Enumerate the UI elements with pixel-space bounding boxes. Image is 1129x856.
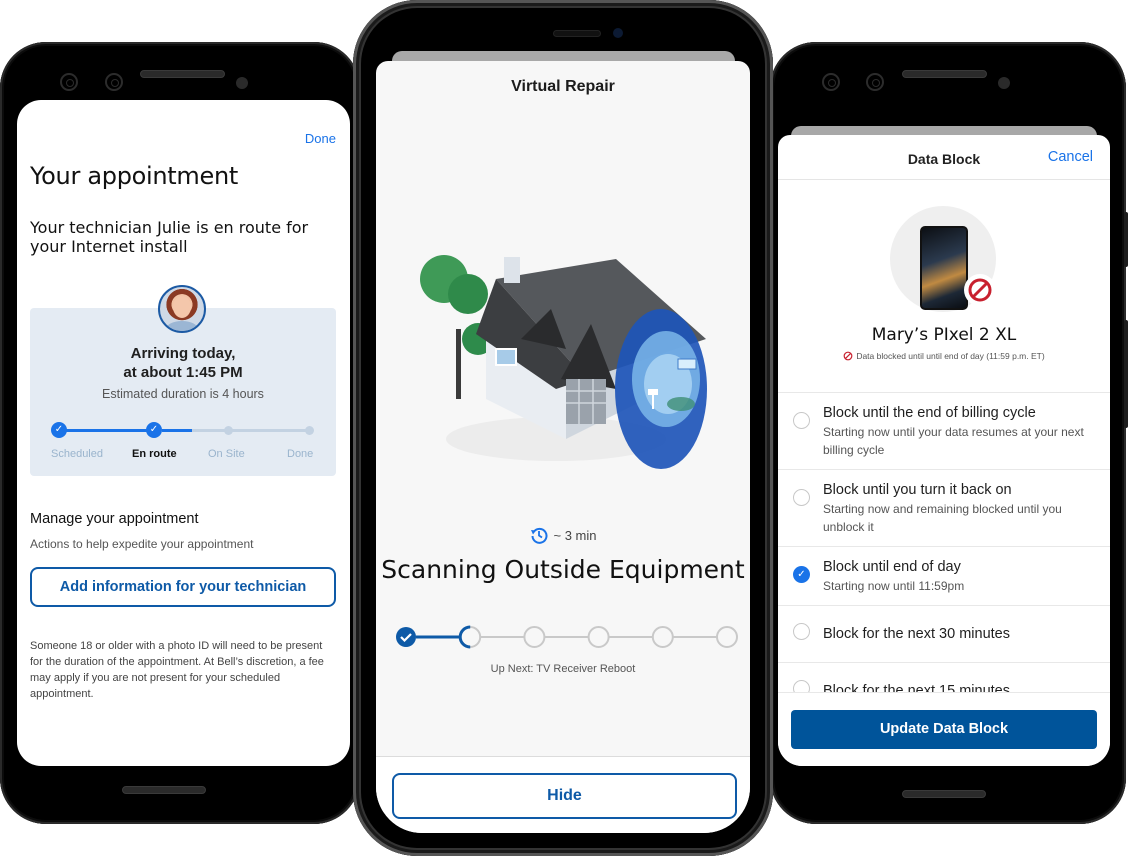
volume-button (1124, 320, 1128, 428)
cancel-button[interactable]: Cancel (1048, 149, 1093, 165)
radio-button[interactable] (793, 623, 810, 640)
manage-subtitle: Actions to help expedite your appointmen… (30, 537, 254, 551)
option-end-of-day[interactable]: ✓ Block until end of day Starting now un… (778, 547, 1110, 606)
current-step-title: Scanning Outside Equipment (381, 555, 745, 584)
option-billing-cycle[interactable]: Block until the end of billing cycle Sta… (778, 393, 1110, 470)
step-pending-dot (224, 426, 233, 435)
camera-icon (866, 73, 884, 91)
sheet-footer: Update Data Block (778, 692, 1110, 766)
earpiece-speaker (140, 70, 225, 78)
side-button (1124, 212, 1128, 267)
arrival-status-card: Arriving today, at about 1:45 PM Estimat… (30, 308, 336, 476)
progress-line-partial (162, 429, 192, 432)
add-technician-info-button[interactable]: Add information for your technician (30, 567, 336, 607)
arrival-time: Arriving today, at about 1:45 PM (123, 345, 243, 381)
step-check-icon: ✓ (146, 422, 162, 438)
step-label-scheduled: Scheduled (51, 448, 103, 460)
no-entry-icon (843, 351, 853, 361)
data-block-screen: Data Block Cancel Mary’s PIxel 2 XL Data… (778, 135, 1110, 766)
manage-heading: Manage your appointment (30, 511, 199, 527)
appointment-screen: Done Your appointment Your technician Ju… (17, 100, 350, 766)
front-camera (613, 28, 623, 38)
repair-progress-stepper (396, 625, 738, 649)
up-next-label: Up Next: TV Receiver Reboot (490, 663, 636, 675)
house-scan-illustration (420, 255, 707, 469)
sheet-footer: Hide (376, 756, 750, 833)
option-until-turned-on[interactable]: Block until you turn it back on Starting… (778, 470, 1110, 547)
radio-button[interactable] (793, 412, 810, 429)
camera-icon (822, 73, 840, 91)
sensor-dot (236, 77, 248, 89)
technician-avatar (158, 285, 206, 333)
radio-button[interactable] (793, 680, 810, 692)
camera-icon (60, 73, 78, 91)
update-data-block-button[interactable]: Update Data Block (791, 710, 1097, 749)
bottom-speaker (122, 786, 206, 794)
device-name: Mary’s PIxel 2 XL (871, 325, 1017, 345)
sensor-dot (998, 77, 1010, 89)
option-15-minutes[interactable]: Block for the next 15 minutes (778, 663, 1110, 692)
right-phone-frame: Data Block Cancel Mary’s PIxel 2 XL Data… (770, 42, 1128, 824)
radio-checked-icon[interactable]: ✓ (793, 566, 810, 583)
left-phone-frame: Done Your appointment Your technician Ju… (0, 42, 360, 824)
sheet-title: Virtual Repair (511, 78, 615, 95)
step-pending-icon (587, 626, 610, 648)
step-complete-icon (396, 627, 416, 647)
center-phone-frame: Virtual Repair ~ 3 min Scanning Outside … (353, 0, 773, 856)
virtual-repair-screen: Virtual Repair ~ 3 min Scanning Outside … (376, 61, 750, 833)
fine-print: Someone 18 or older with a photo ID will… (30, 640, 324, 700)
block-options-list: Block until the end of billing cycle Sta… (778, 392, 1110, 692)
device-image (890, 206, 996, 312)
history-clock-icon (530, 527, 547, 544)
step-label-done: Done (287, 448, 314, 460)
blocked-status: Data blocked until until end of day (11:… (778, 351, 1110, 361)
camera-icon (105, 73, 123, 91)
step-check-icon: ✓ (51, 422, 67, 438)
earpiece-speaker (553, 30, 601, 37)
step-label-en-route: En route (132, 448, 177, 460)
done-button[interactable]: Done (305, 131, 336, 146)
page-title: Your appointment (30, 162, 238, 190)
phone-image (920, 226, 968, 310)
step-pending-icon (716, 626, 738, 648)
blocked-badge (964, 274, 996, 306)
sheet-header: Data Block Cancel (778, 135, 1110, 180)
hide-button[interactable]: Hide (392, 773, 737, 819)
earpiece-speaker (902, 70, 987, 78)
progress-line-complete (58, 429, 156, 432)
estimated-duration: Estimated duration is 4 hours (102, 387, 264, 401)
step-pending-icon (523, 626, 546, 648)
step-label-on-site: On Site (208, 448, 245, 460)
technician-status-heading: Your technician Julie is en route for yo… (30, 218, 309, 256)
bottom-speaker (902, 790, 986, 798)
step-pending-icon (651, 626, 674, 648)
no-entry-icon (968, 278, 992, 302)
progress-line-pending (192, 429, 310, 432)
step-pending-dot (305, 426, 314, 435)
option-30-minutes[interactable]: Block for the next 30 minutes (778, 606, 1110, 663)
eta-indicator: ~ 3 min (376, 526, 750, 544)
radio-button[interactable] (793, 489, 810, 506)
